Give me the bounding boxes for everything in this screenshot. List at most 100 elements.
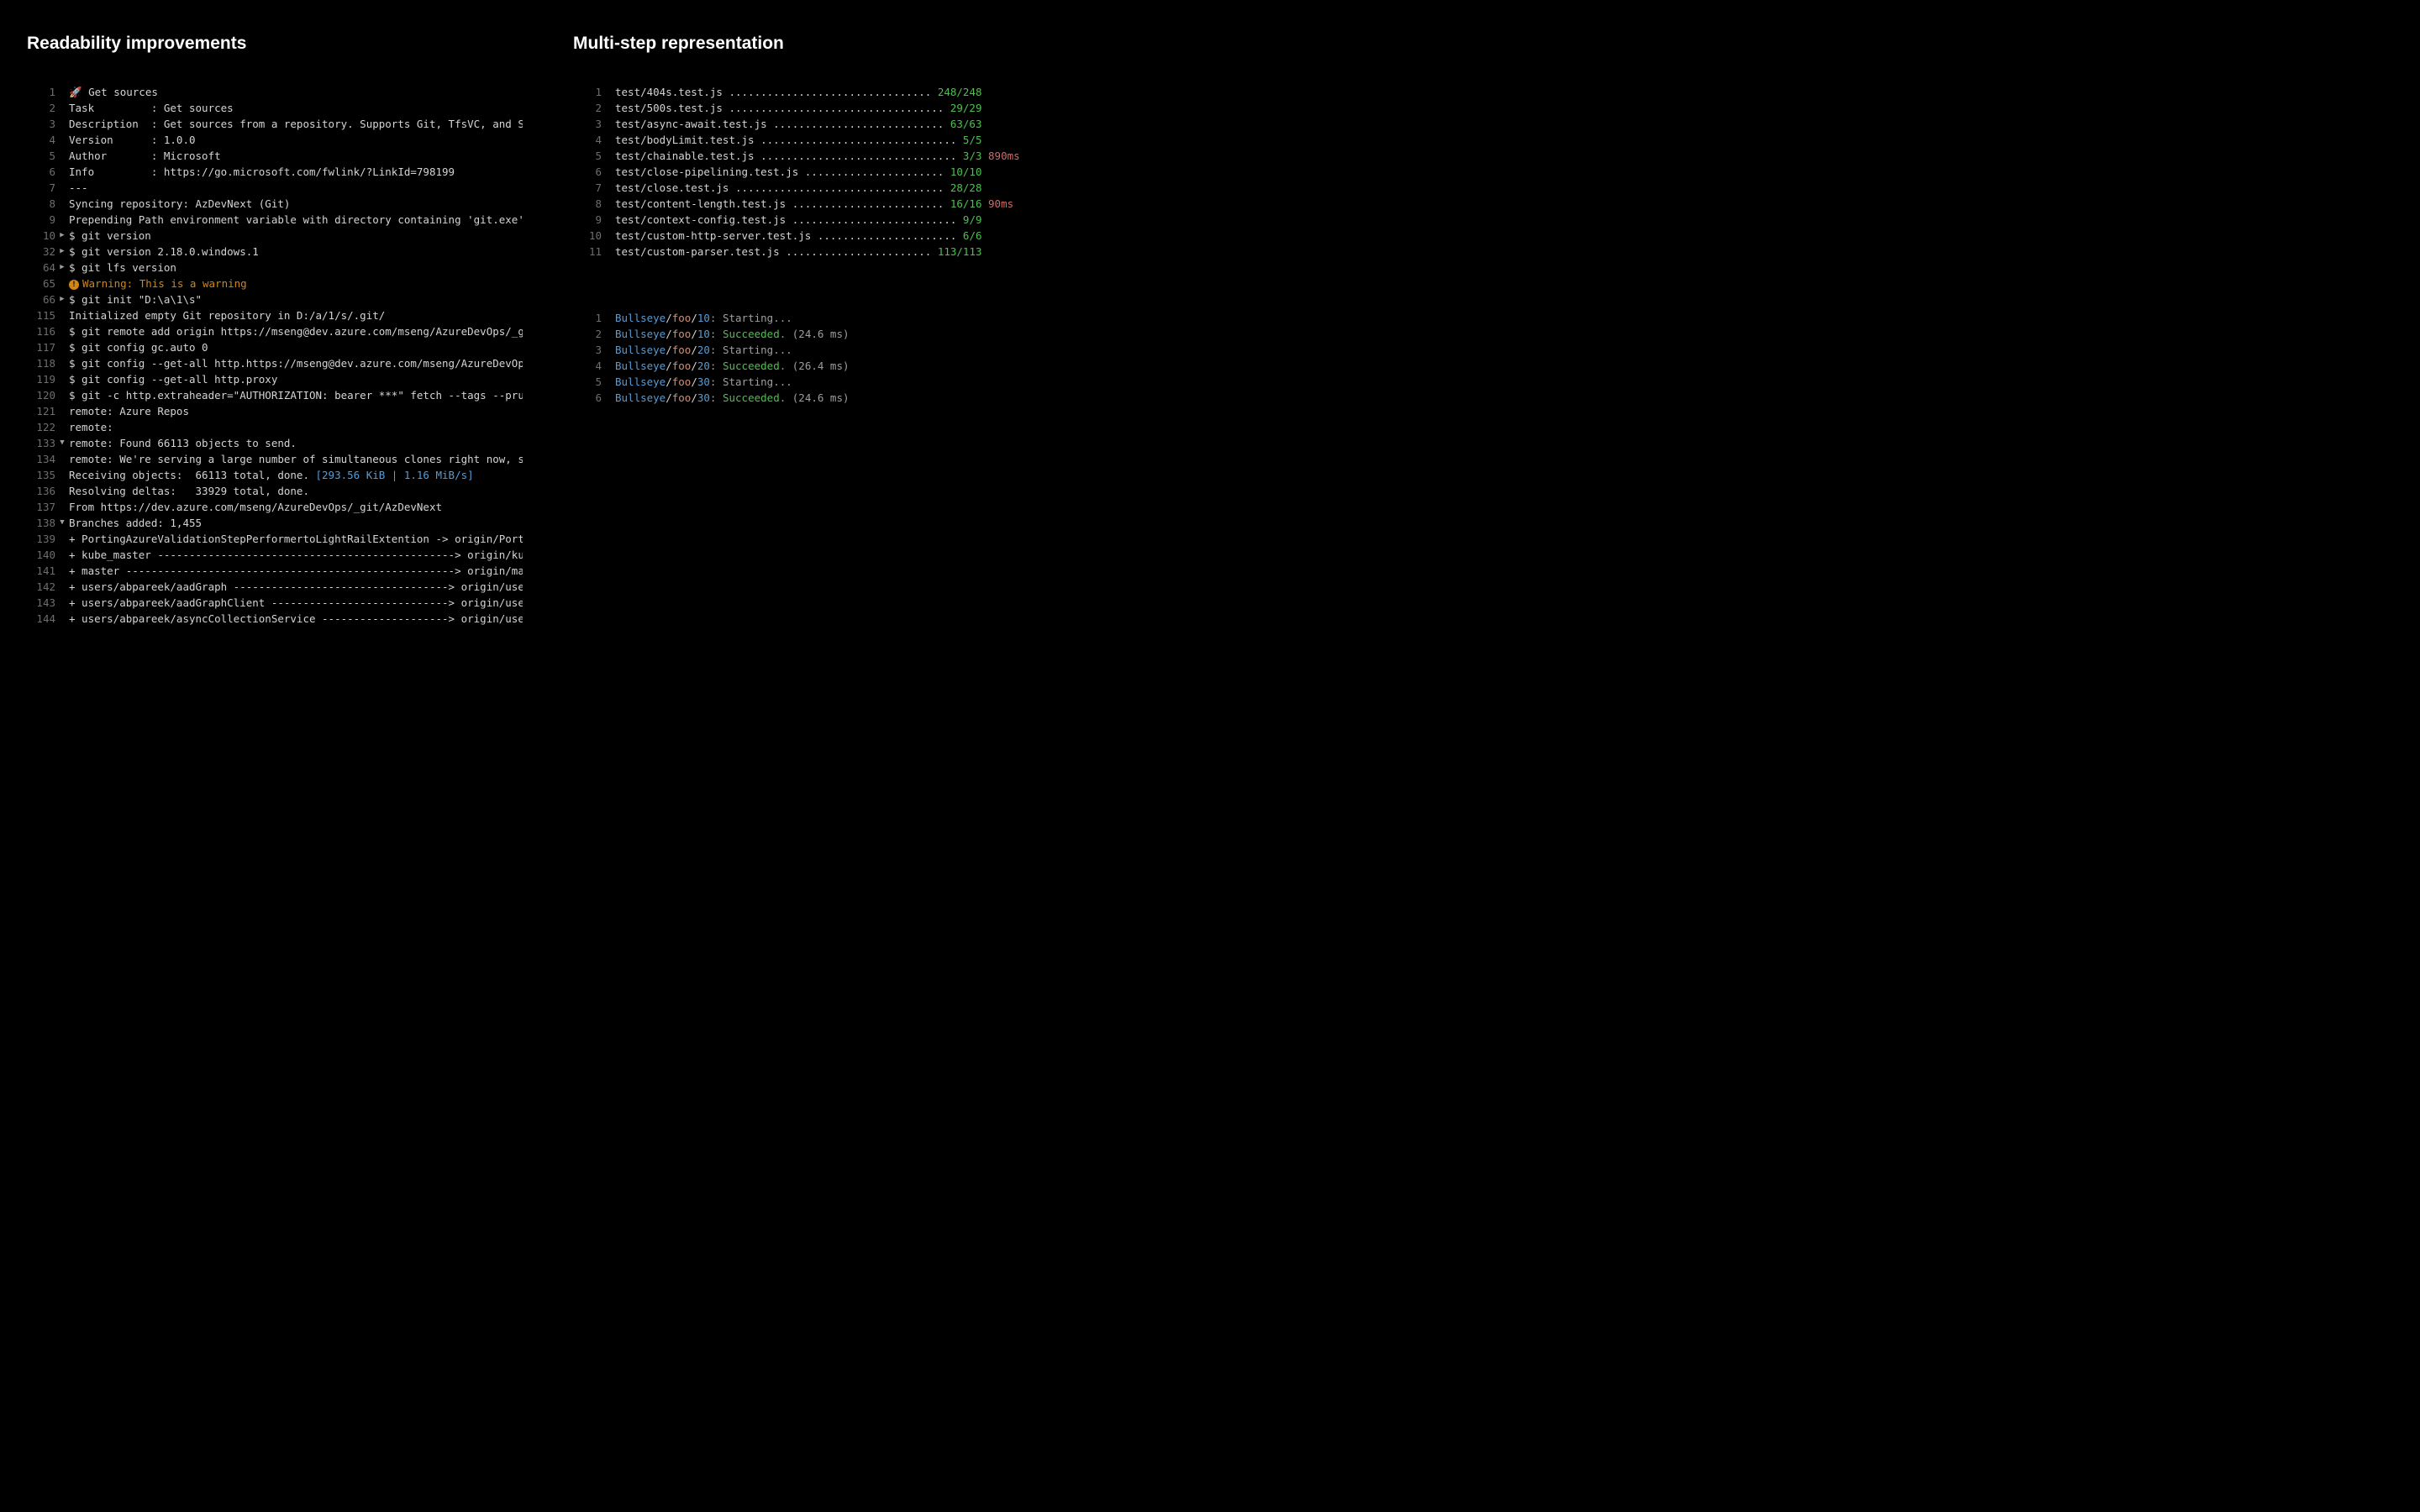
test-text: test/async-await.test.js ...............… (615, 116, 1144, 132)
log-row: 5Author : Microsoft (27, 148, 523, 164)
line-number: 134 (27, 451, 55, 467)
test-count: 28/28 (950, 181, 982, 194)
line-number: 64 (27, 260, 55, 276)
log-text: + users/abpareek/asyncCollectionService … (69, 611, 523, 627)
gutter (55, 403, 69, 419)
step-text: Bullseye/foo/30: Starting... (615, 374, 1144, 390)
gutter (55, 483, 69, 499)
step-row: 6Bullseye/foo/30: Succeeded. (24.6 ms) (573, 390, 1144, 406)
log-text: Description : Get sources from a reposit… (69, 116, 523, 132)
test-text: test/custom-parser.test.js .............… (615, 244, 1144, 260)
log-text: remote: Azure Repos (69, 403, 523, 419)
log-text: $ git config gc.auto 0 (69, 339, 523, 355)
line-number: 11 (573, 244, 602, 260)
collapsed-icon[interactable]: ▶ (55, 291, 69, 307)
log-text: remote: Found 66113 objects to send. (69, 435, 523, 451)
gutter (602, 358, 615, 374)
log-text: Version : 1.0.0 (69, 132, 523, 148)
gutter (602, 164, 615, 180)
gutter (55, 132, 69, 148)
line-number: 3 (573, 116, 602, 132)
step-row: 3Bullseye/foo/20: Starting... (573, 342, 1144, 358)
gutter (55, 339, 69, 355)
log-text: Prepending Path environment variable wit… (69, 212, 523, 228)
line-number: 2 (573, 100, 602, 116)
log-text: $ git init "D:\a\1\s" (69, 291, 523, 307)
expanded-icon[interactable]: ▼ (55, 515, 69, 531)
log-row: 117 $ git config gc.auto 0 (27, 339, 523, 355)
log-text: From https://dev.azure.com/mseng/AzureDe… (69, 499, 523, 515)
collapsed-icon[interactable]: ▶ (55, 260, 69, 276)
step-row: 1Bullseye/foo/10: Starting... (573, 310, 1144, 326)
gutter (55, 419, 69, 435)
line-number: 4 (573, 358, 602, 374)
test-row: 4test/bodyLimit.test.js ................… (573, 132, 1144, 148)
gutter (602, 132, 615, 148)
log-text: --- (69, 180, 523, 196)
gutter (55, 579, 69, 595)
log-row: 121remote: Azure Repos (27, 403, 523, 419)
log-text: $ git config --get-all http.https://msen… (69, 355, 523, 371)
step-row: 2 Bullseye/foo/10: Succeeded. (24.6 ms) (573, 326, 1144, 342)
gutter (55, 276, 69, 291)
gutter (602, 100, 615, 116)
log-row: 64▶$ git lfs version (27, 260, 523, 276)
log-text: Branches added: 1,455 (69, 515, 523, 531)
steps-log: 1Bullseye/foo/10: Starting...2 Bullseye/f… (573, 310, 1144, 406)
line-number: 120 (27, 387, 55, 403)
gutter (55, 116, 69, 132)
line-number: 133 (27, 435, 55, 451)
log-row: 6Info : https://go.microsoft.com/fwlink/… (27, 164, 523, 180)
gutter (602, 390, 615, 406)
gutter (602, 310, 615, 326)
step-text: Bullseye/foo/10: Succeeded. (24.6 ms) (615, 326, 1144, 342)
gutter (602, 196, 615, 212)
collapsed-icon[interactable]: ▶ (55, 228, 69, 244)
line-number: 1 (27, 84, 55, 100)
test-count: 29/29 (950, 102, 982, 114)
line-number: 9 (573, 212, 602, 228)
gutter (55, 196, 69, 212)
expanded-icon[interactable]: ▼ (55, 435, 69, 451)
line-number: 9 (27, 212, 55, 228)
line-number: 139 (27, 531, 55, 547)
gutter (55, 547, 69, 563)
gutter (55, 164, 69, 180)
log-text: Receiving objects: 66113 total, done. [2… (69, 467, 523, 483)
test-duration: 90ms (982, 197, 1014, 210)
log-text: remote: (69, 419, 523, 435)
log-row: 1🚀 Get sources (27, 84, 523, 100)
log-text: + PortingAzureValidationStepPerformertoL… (69, 531, 523, 547)
log-row: 134remote: We're serving a large number … (27, 451, 523, 467)
log-text: !Warning: This is a warning (69, 276, 523, 291)
line-number: 119 (27, 371, 55, 387)
readability-title: Readability improvements (27, 34, 523, 54)
line-number: 117 (27, 339, 55, 355)
line-number: 3 (27, 116, 55, 132)
line-number: 116 (27, 323, 55, 339)
gutter (602, 228, 615, 244)
line-number: 2 (573, 326, 602, 342)
log-row: 115Initialized empty Git repository in D… (27, 307, 523, 323)
step-text: Bullseye/foo/20: Starting... (615, 342, 1144, 358)
gutter (55, 531, 69, 547)
test-count: 10/10 (950, 165, 982, 178)
log-row: 65!Warning: This is a warning (27, 276, 523, 291)
log-text: Resolving deltas: 33929 total, done. (69, 483, 523, 499)
line-number: 4 (573, 132, 602, 148)
test-text: test/custom-http-server.test.js ........… (615, 228, 1144, 244)
log-text: + users/abpareek/aadGraphClient --------… (69, 595, 523, 611)
log-row: 142+ users/abpareek/aadGraph -----------… (27, 579, 523, 595)
collapsed-icon[interactable]: ▶ (55, 244, 69, 260)
log-row: 122remote: (27, 419, 523, 435)
line-number: 7 (27, 180, 55, 196)
test-text: test/chainable.test.js .................… (615, 148, 1144, 164)
step-text: Bullseye/foo/10: Starting... (615, 310, 1144, 326)
gutter (602, 180, 615, 196)
line-number: 144 (27, 611, 55, 627)
line-number: 5 (27, 148, 55, 164)
test-count: 113/113 (938, 245, 982, 258)
line-number: 7 (573, 180, 602, 196)
log-text: $ git config --get-all http.proxy (69, 371, 523, 387)
test-count: 16/16 (950, 197, 982, 210)
